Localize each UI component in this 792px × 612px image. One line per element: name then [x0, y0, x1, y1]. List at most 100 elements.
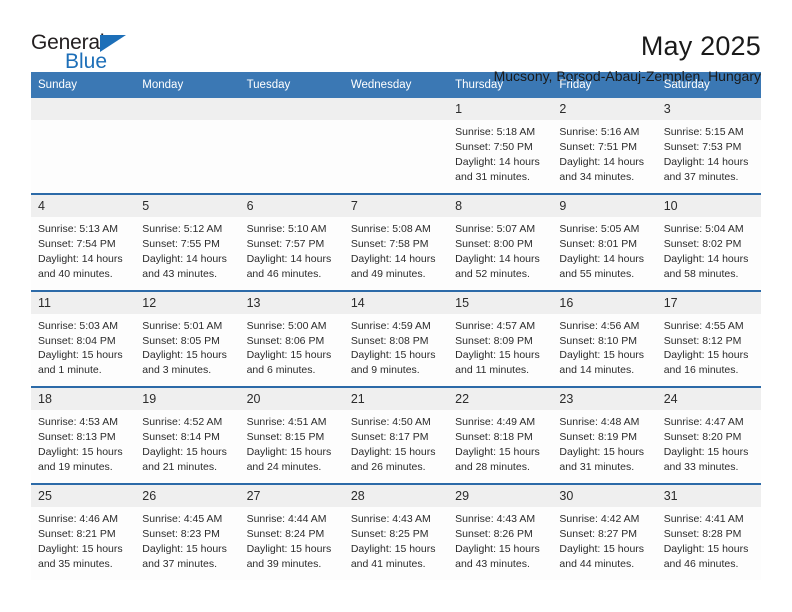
day-number[interactable]: 23: [552, 388, 656, 410]
day-number[interactable]: 19: [135, 388, 239, 410]
day-cell[interactable]: Sunrise: 4:50 AM Sunset: 8:17 PM Daylight:…: [344, 410, 448, 483]
day-detail-line: Sunset: 7:57 PM: [246, 237, 325, 250]
day-number[interactable]: 3: [657, 98, 761, 120]
day-detail-line: and 44 minutes.: [559, 557, 635, 570]
day-cell[interactable]: Sunrise: 4:49 AM Sunset: 8:18 PM Daylight:…: [448, 410, 552, 483]
day-detail-line: Sunrise: 5:08 AM: [350, 223, 431, 235]
day-number[interactable]: 22: [448, 388, 552, 410]
calendar-week-row: 11 12 13 14 15 16 17 Sunrise: 5:03 AM Sunset: 8:…: [31, 289, 761, 387]
day-cell[interactable]: Sunrise: 4:57 AM Sunset: 8:09 PM Daylight:…: [448, 314, 552, 387]
brand-logo[interactable]: General Blue: [31, 32, 143, 76]
day-detail-line: Daylight: 14 hours: [142, 252, 227, 265]
day-cell[interactable]: Sunrise: 5:01 AM Sunset: 8:05 PM Daylight:…: [135, 314, 239, 387]
day-detail-line: Daylight: 15 hours: [663, 446, 749, 459]
day-number[interactable]: 18: [31, 388, 135, 410]
calendar-week-row: 4 5 6 7 8 9 10 Sunrise: 5:13 AM Sunset: 7:54 PM D…: [31, 193, 761, 290]
day-cell[interactable]: Sunrise: 4:45 AM Sunset: 8:23 PM Daylight:…: [135, 507, 239, 580]
day-cell[interactable]: Sunrise: 5:15 AM Sunset: 7:53 PM Daylight:…: [657, 120, 761, 193]
day-detail-line: Daylight: 15 hours: [663, 542, 749, 555]
day-number[interactable]: 5: [135, 195, 239, 217]
day-number[interactable]: 12: [135, 292, 239, 314]
day-detail-line: Daylight: 15 hours: [350, 349, 436, 362]
day-cell[interactable]: Sunrise: 5:05 AM Sunset: 8:01 PM Daylight:…: [552, 217, 656, 290]
day-detail-line: and 46 minutes.: [246, 267, 322, 280]
day-cell-empty: [240, 120, 344, 193]
day-cell[interactable]: Sunrise: 5:04 AM Sunset: 8:02 PM Daylight:…: [657, 217, 761, 290]
day-cell[interactable]: Sunrise: 4:42 AM Sunset: 8:27 PM Daylight:…: [552, 507, 656, 580]
day-detail-line: and 58 minutes.: [663, 267, 739, 280]
day-cell[interactable]: Sunrise: 4:53 AM Sunset: 8:13 PM Daylight:…: [31, 410, 135, 483]
weekday-header-monday: Monday: [142, 79, 184, 91]
day-number[interactable]: 2: [552, 98, 656, 120]
day-detail-line: Sunrise: 4:56 AM: [559, 319, 640, 332]
day-detail-line: Sunset: 7:55 PM: [142, 237, 220, 250]
day-number[interactable]: 4: [31, 195, 135, 217]
day-cell[interactable]: Sunrise: 5:13 AM Sunset: 7:54 PM Daylight:…: [31, 217, 135, 290]
day-number[interactable]: 6: [240, 195, 344, 217]
day-number[interactable]: 31: [657, 485, 761, 507]
day-detail-line: Sunset: 8:17 PM: [350, 431, 429, 444]
day-number[interactable]: 14: [344, 292, 448, 314]
day-detail-line: Sunset: 7:58 PM: [350, 237, 429, 250]
day-detail-line: Sunrise: 4:55 AM: [663, 319, 744, 332]
day-number-empty: [240, 98, 344, 120]
day-cell[interactable]: Sunrise: 4:44 AM Sunset: 8:24 PM Daylight:…: [240, 507, 344, 580]
day-cell[interactable]: Sunrise: 4:47 AM Sunset: 8:20 PM Daylight:…: [657, 410, 761, 483]
day-number-empty: [135, 98, 239, 120]
day-detail-line: Sunrise: 4:57 AM: [455, 319, 536, 332]
day-detail-line: Sunset: 8:20 PM: [663, 431, 742, 444]
day-number[interactable]: 7: [344, 195, 448, 217]
page-header: General Blue May 2025 Mucsony, Borsod-Ab…: [31, 0, 761, 85]
day-detail-line: and 24 minutes.: [246, 460, 322, 473]
day-cell-empty: [31, 120, 135, 193]
day-cell[interactable]: Sunrise: 4:46 AM Sunset: 8:21 PM Daylight:…: [31, 507, 135, 580]
day-number[interactable]: 15: [448, 292, 552, 314]
day-detail-line: Daylight: 15 hours: [142, 542, 227, 555]
day-cell[interactable]: Sunrise: 5:03 AM Sunset: 8:04 PM Daylight:…: [31, 314, 135, 387]
day-number[interactable]: 17: [657, 292, 761, 314]
day-cell[interactable]: Sunrise: 4:51 AM Sunset: 8:15 PM Daylight:…: [240, 410, 344, 483]
day-detail-line: Sunset: 8:05 PM: [142, 334, 220, 347]
day-number[interactable]: 8: [448, 195, 552, 217]
day-cell[interactable]: Sunrise: 4:52 AM Sunset: 8:14 PM Daylight:…: [135, 410, 239, 483]
day-detail-line: Sunset: 8:27 PM: [559, 527, 638, 540]
day-cell[interactable]: Sunrise: 4:56 AM Sunset: 8:10 PM Daylight:…: [552, 314, 656, 387]
day-cell[interactable]: Sunrise: 5:08 AM Sunset: 7:58 PM Daylight:…: [344, 217, 448, 290]
day-number[interactable]: 27: [240, 485, 344, 507]
day-detail-line: and 19 minutes.: [38, 460, 113, 473]
day-cell[interactable]: Sunrise: 4:41 AM Sunset: 8:28 PM Daylight:…: [657, 507, 761, 580]
day-detail-line: Sunrise: 5:04 AM: [663, 223, 744, 235]
week-daynumber-band: 123: [31, 98, 761, 121]
day-number[interactable]: 9: [552, 195, 656, 217]
day-number[interactable]: 20: [240, 388, 344, 410]
day-cell[interactable]: Sunrise: 5:12 AM Sunset: 7:55 PM Daylight:…: [135, 217, 239, 290]
day-detail-line: and 28 minutes.: [455, 460, 530, 473]
day-detail-line: Daylight: 15 hours: [142, 349, 227, 362]
day-number[interactable]: 26: [135, 485, 239, 507]
day-cell[interactable]: Sunrise: 4:55 AM Sunset: 8:12 PM Daylight:…: [657, 314, 761, 387]
day-cell[interactable]: Sunrise: 5:18 AM Sunset: 7:50 PM Daylight:…: [448, 120, 552, 193]
day-number[interactable]: 28: [344, 485, 448, 507]
day-cell[interactable]: Sunrise: 4:43 AM Sunset: 8:26 PM Daylight:…: [448, 507, 552, 580]
day-number[interactable]: 13: [240, 292, 344, 314]
day-number[interactable]: 24: [657, 388, 761, 410]
day-number[interactable]: 1: [448, 98, 552, 120]
week-body-band: Sunrise: 4:46 AM Sunset: 8:21 PM Daylight:…: [31, 506, 761, 580]
day-number[interactable]: 29: [448, 485, 552, 507]
day-number[interactable]: 16: [552, 292, 656, 314]
day-number[interactable]: 21: [344, 388, 448, 410]
day-cell[interactable]: Sunrise: 5:00 AM Sunset: 8:06 PM Daylight:…: [240, 314, 344, 387]
day-cell[interactable]: Sunrise: 4:43 AM Sunset: 8:25 PM Daylight:…: [344, 507, 448, 580]
day-cell[interactable]: Sunrise: 4:48 AM Sunset: 8:19 PM Daylight:…: [552, 410, 656, 483]
weekday-header-saturday: Saturday: [663, 79, 710, 91]
day-cell[interactable]: Sunrise: 5:07 AM Sunset: 8:00 PM Daylight:…: [448, 217, 552, 290]
day-cell[interactable]: Sunrise: 4:59 AM Sunset: 8:08 PM Daylight:…: [344, 314, 448, 387]
calendar-grid: Sunday Monday Tuesday Wednesday Thursday Frid…: [31, 72, 761, 580]
day-number[interactable]: 11: [31, 292, 135, 314]
day-number[interactable]: 10: [657, 195, 761, 217]
day-cell[interactable]: Sunrise: 5:16 AM Sunset: 7:51 PM Daylight:…: [552, 120, 656, 193]
day-number[interactable]: 25: [31, 485, 135, 507]
day-detail-line: Sunset: 8:15 PM: [246, 431, 325, 444]
day-number[interactable]: 30: [552, 485, 656, 507]
day-cell[interactable]: Sunrise: 5:10 AM Sunset: 7:57 PM Daylight:…: [240, 217, 344, 290]
